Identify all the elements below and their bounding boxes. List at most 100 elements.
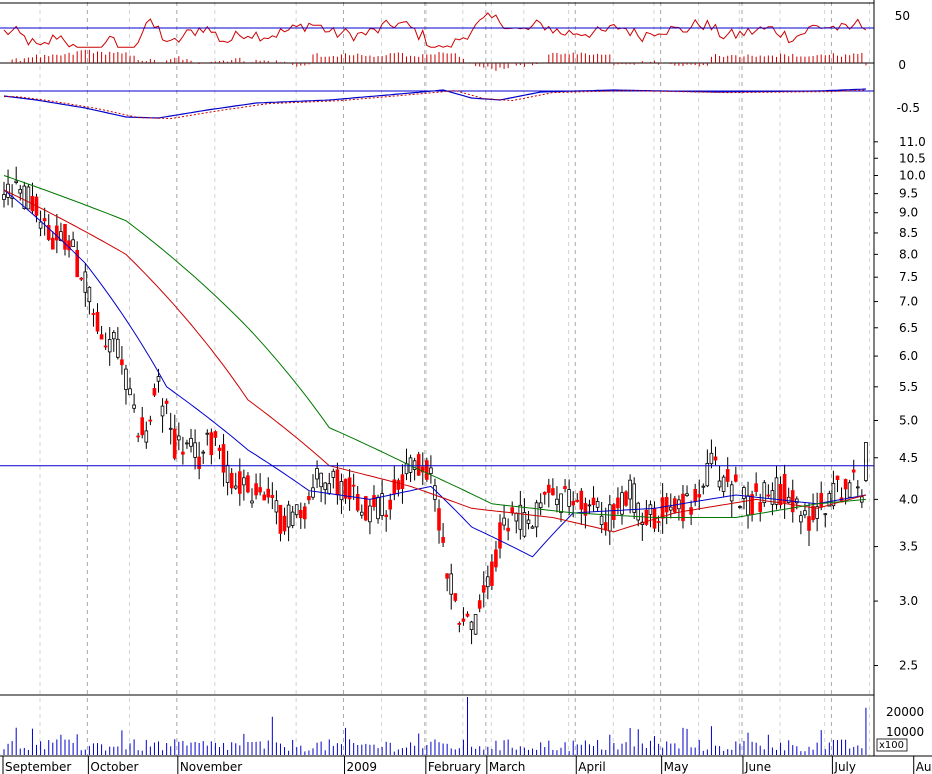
candle-body	[599, 515, 604, 526]
candle-body	[323, 482, 327, 490]
candle-body	[563, 486, 567, 489]
candle-body	[624, 491, 628, 506]
month-label: July	[833, 760, 856, 774]
candle-body	[807, 516, 811, 531]
price-tick-label: 9.0	[899, 206, 918, 220]
candle-body	[396, 480, 401, 490]
candle-body	[164, 400, 169, 404]
candle-body	[368, 505, 372, 523]
candle-body	[612, 504, 616, 521]
candle-body	[274, 500, 279, 513]
month-label: November	[180, 760, 242, 774]
candle-body	[656, 521, 661, 523]
candle-body	[648, 504, 653, 515]
candle-body	[6, 183, 10, 198]
candle-body	[587, 504, 592, 507]
candle-body	[835, 475, 840, 481]
candle-body	[514, 512, 519, 522]
candle-body	[18, 188, 22, 194]
candle-body	[681, 493, 685, 522]
candle-body	[229, 472, 234, 489]
candle-body	[729, 484, 734, 502]
candle-body	[176, 435, 181, 441]
candle-body	[185, 442, 189, 445]
candle-body	[660, 497, 665, 519]
macd-tick-label: -0.5	[897, 101, 920, 115]
candle-body	[144, 430, 149, 443]
candle-body	[717, 480, 722, 488]
candle-body	[530, 526, 535, 529]
macd-line	[3, 88, 866, 119]
candle-body	[669, 506, 673, 511]
candle-body	[331, 470, 336, 478]
candle-body	[485, 576, 490, 588]
candle-body	[388, 499, 392, 510]
volume-panel	[3, 697, 867, 755]
candle-body	[477, 600, 482, 609]
price-tick-label: 4.0	[899, 492, 918, 506]
candle-body	[172, 428, 177, 459]
candle-body	[705, 462, 710, 487]
candle-body	[270, 494, 275, 498]
candle-body	[103, 345, 108, 348]
candle-body	[140, 417, 145, 436]
candle-body	[319, 472, 323, 488]
candle-body	[608, 504, 612, 532]
candle-body	[664, 496, 669, 513]
candle-body	[697, 494, 701, 498]
candle-body	[526, 519, 531, 524]
candle-body	[339, 481, 344, 501]
candle-body	[311, 487, 315, 498]
price-tick-label: 10.5	[899, 151, 926, 165]
macd-histogram-panel	[0, 49, 874, 71]
price-tick-label: 4.5	[899, 451, 918, 465]
candle-body	[437, 508, 441, 531]
candle-body	[384, 514, 388, 518]
month-label: October	[90, 760, 138, 774]
candle-body	[453, 593, 458, 601]
candle-body	[282, 515, 287, 532]
candle-body	[258, 487, 262, 493]
candle-body	[510, 507, 514, 514]
candle-body	[83, 271, 88, 293]
candle-body	[632, 483, 636, 513]
candle-body	[542, 491, 547, 495]
candle-body	[87, 286, 92, 303]
candle-body	[55, 225, 59, 241]
candle-body	[579, 490, 584, 510]
candle-body	[71, 239, 75, 248]
candle-body	[14, 180, 19, 183]
candle-body	[636, 502, 640, 521]
candle-body	[298, 509, 303, 519]
candle-body	[473, 614, 478, 635]
price-tick-label: 5.0	[899, 414, 918, 428]
price-tick-label: 8.5	[899, 226, 918, 240]
candle-body	[42, 218, 47, 222]
price-panel	[0, 166, 874, 645]
candle-body	[355, 493, 360, 511]
month-label: March	[489, 760, 526, 774]
candle-body	[91, 313, 96, 315]
candle-body	[351, 484, 356, 487]
candle-body	[217, 447, 222, 451]
candle-body	[26, 186, 31, 210]
month-label: May	[664, 760, 689, 774]
candle-body	[363, 496, 368, 521]
candle-body	[262, 494, 266, 501]
candle-body	[616, 497, 620, 509]
candle-body	[685, 493, 689, 496]
candle-body	[225, 464, 230, 483]
candle-body	[254, 483, 258, 496]
candle-body	[302, 506, 307, 520]
rsi-tick-label: 50	[895, 9, 910, 23]
price-tick-label: 7.0	[899, 295, 918, 309]
candle-body	[498, 522, 502, 549]
candle-body	[758, 501, 762, 512]
candle-body	[502, 517, 506, 526]
candle-body	[2, 194, 6, 200]
candle-body	[250, 500, 254, 504]
month-label: 2009	[347, 760, 378, 774]
candle-body	[551, 488, 555, 496]
rsi-line	[3, 12, 867, 48]
candle-body	[429, 467, 433, 474]
